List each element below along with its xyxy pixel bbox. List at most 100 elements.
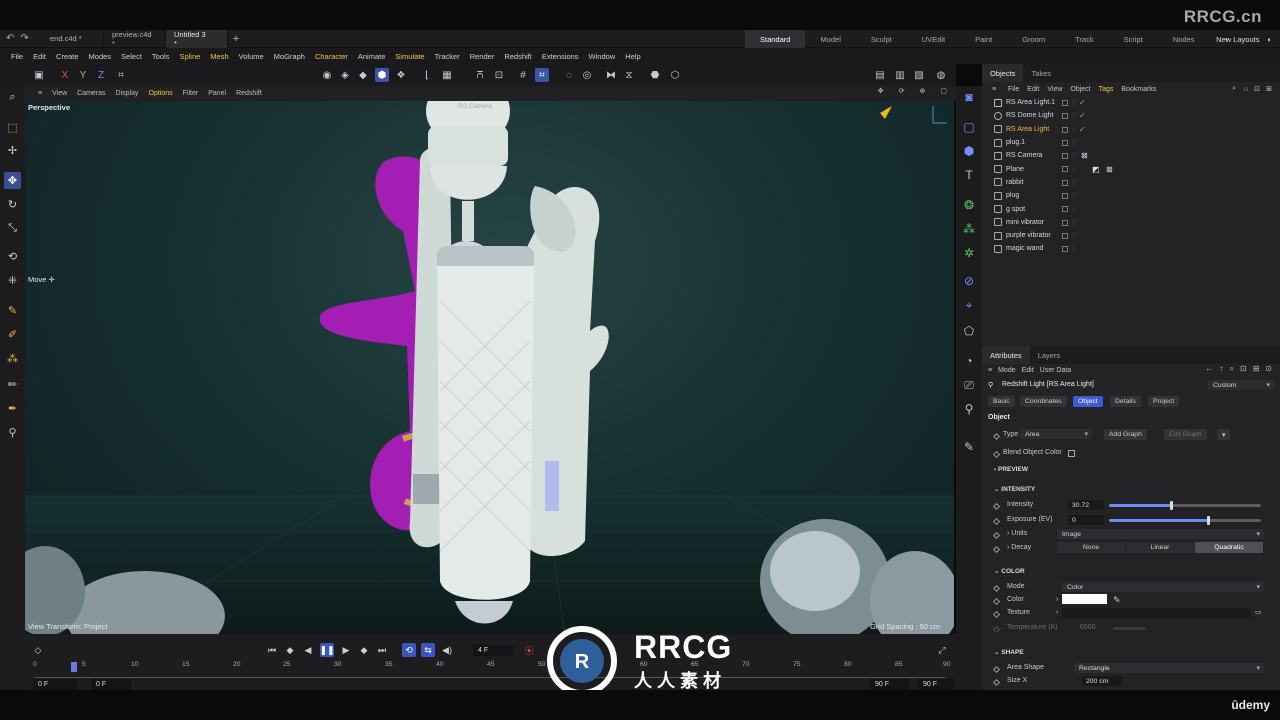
attributes-menu-user-data[interactable]: User Data — [1040, 367, 1072, 374]
keyframe-toggle[interactable] — [992, 597, 1001, 606]
render-dots[interactable]: ⋮ — [1071, 112, 1077, 119]
render-picture-viewer-icon[interactable]: ▥ — [893, 68, 907, 82]
object-row[interactable]: mini vibrator ⋮ — [982, 216, 1280, 229]
pause-icon[interactable]: ❚❚ — [319, 643, 335, 657]
intensity-section[interactable]: ⌄ INTENSITY — [994, 485, 1035, 493]
attributes-menu-mode[interactable]: Mode — [998, 367, 1016, 374]
zoom-icon[interactable]: ⊕ — [915, 87, 931, 95]
brush-icon[interactable]: ✏ — [4, 376, 21, 393]
camera-tag-icon[interactable]: ⊠ — [1081, 151, 1088, 160]
menu-render[interactable]: Render — [465, 52, 500, 61]
edit-graph-button[interactable]: Edit Graph — [1164, 429, 1207, 440]
object-row[interactable]: RS Area Light.1 ⋮ ✓ — [982, 96, 1280, 109]
cube-outline-icon[interactable]: ▢ — [960, 118, 978, 136]
light-icon[interactable]: ⚲ — [960, 400, 978, 418]
objects-manager-icon[interactable]: ◙ — [960, 88, 978, 106]
keyframe-toggle[interactable] — [992, 450, 1001, 459]
object-mode-icon[interactable]: ❖ — [394, 68, 408, 82]
layout-script[interactable]: Script — [1109, 30, 1158, 48]
next-frame-icon[interactable]: ▶ — [339, 643, 353, 657]
render-dots[interactable]: ⋮ — [1071, 245, 1077, 252]
units-dropdown[interactable]: Image — [1057, 529, 1264, 539]
color-section[interactable]: ⌄ COLOR — [994, 567, 1025, 575]
keyframe-toggle[interactable] — [992, 545, 1001, 554]
intensity-slider-handle[interactable] — [1170, 501, 1174, 510]
redo-icon[interactable]: ↷ — [20, 33, 28, 44]
type-dropdown[interactable]: Area — [1020, 429, 1092, 439]
menu-tracker[interactable]: Tracker — [430, 52, 465, 61]
tab-objects[interactable]: Objects — [982, 64, 1024, 82]
enabled-check[interactable]: ✓ — [1079, 111, 1086, 120]
menu-window[interactable]: Window — [584, 52, 621, 61]
make-editable-icon[interactable]: ▣ — [32, 68, 46, 82]
keyframe-toggle[interactable] — [992, 665, 1001, 674]
points-mode-icon[interactable]: ◉ — [320, 68, 334, 82]
subtab-basic[interactable]: Basic — [988, 396, 1015, 407]
objects-new-window-icon[interactable]: ⊞ — [1262, 85, 1276, 93]
attributes-menu-edit[interactable]: Edit — [1022, 367, 1034, 374]
selection-tool-icon[interactable]: ⬚ — [4, 119, 21, 136]
layout-paint[interactable]: Paint — [960, 30, 1007, 48]
subtab-object[interactable]: Object — [1073, 396, 1103, 407]
preview-range-icon[interactable]: ⇆ — [421, 643, 435, 657]
rotate-tool-icon[interactable]: ↻ — [4, 196, 21, 213]
objects-menu-view[interactable]: View — [1043, 86, 1066, 93]
add-graph-button[interactable]: Add Graph — [1104, 429, 1147, 440]
layout-groom[interactable]: Groom — [1007, 30, 1060, 48]
menu-character[interactable]: Character — [310, 52, 353, 61]
grid-icon[interactable]: # — [516, 68, 530, 82]
render-dots[interactable]: ⋮ — [1071, 152, 1077, 159]
menu-volume[interactable]: Volume — [234, 52, 269, 61]
viewport-menu-display[interactable]: Display — [111, 90, 144, 97]
paint-icon[interactable]: ✒ — [4, 400, 21, 417]
viewport-menu-hamburger-icon[interactable]: ≡ — [33, 90, 47, 97]
doc-tab-preview[interactable]: preview.c4d * — [104, 29, 166, 48]
record-icon[interactable]: ⦿ — [522, 643, 536, 657]
render-settings-icon[interactable]: ▧ — [912, 68, 926, 82]
orbit-icon[interactable]: ⟳ — [894, 87, 910, 95]
phong-tag-icon[interactable]: ◩ — [1092, 165, 1100, 174]
viewport-menu-view[interactable]: View — [47, 90, 72, 97]
undo-icon[interactable]: ↶ — [6, 33, 14, 44]
enabled-check[interactable]: ✓ — [1079, 98, 1086, 107]
decay-option-quadratic[interactable]: Quadratic — [1195, 542, 1264, 553]
menu-edit[interactable]: Edit — [28, 52, 51, 61]
keyframe-toggle[interactable] — [992, 502, 1001, 511]
decay-option-none[interactable]: None — [1057, 542, 1126, 553]
snap-icon[interactable]: ⩃ — [473, 68, 487, 82]
visibility-toggle[interactable] — [1062, 232, 1068, 239]
current-frame-field[interactable]: 4 F — [473, 645, 513, 656]
spline-tool-icon[interactable]: ✐ — [4, 326, 21, 343]
visibility-toggle[interactable] — [1062, 166, 1068, 173]
keyframe-toggle[interactable] — [992, 610, 1001, 619]
texture-field[interactable] — [1062, 608, 1250, 618]
object-row[interactable]: Plane ⋮ ◩ ⊠ — [982, 162, 1280, 175]
render-dots[interactable]: ⋮ — [1071, 126, 1077, 133]
tab-takes[interactable]: Takes — [1023, 64, 1059, 82]
start-frame-field[interactable]: 0 F — [33, 679, 78, 690]
layout-track[interactable]: Track — [1060, 30, 1108, 48]
solo-icon[interactable]: ◌ — [562, 68, 576, 82]
exposure-slider-handle[interactable] — [1206, 516, 1210, 525]
quick-transform-icon[interactable]: ⁜ — [4, 272, 21, 289]
area-shape-dropdown[interactable]: Rectangle — [1074, 663, 1264, 673]
camera-icon[interactable]: ⎚ — [960, 376, 978, 394]
visibility-toggle[interactable] — [1062, 100, 1068, 106]
doc-tab-untitled[interactable]: Untitled 3 * — [166, 29, 228, 48]
polygon-pen-icon[interactable]: ⁂ — [4, 350, 21, 367]
axis-y-toggle[interactable]: Y — [76, 68, 90, 82]
spline-pen-icon[interactable]: ✎ — [4, 302, 21, 319]
texture-expand-icon[interactable]: › — [1056, 609, 1058, 616]
live-selection-icon[interactable]: ✢ — [4, 142, 21, 159]
objects-menu-hamburger-icon[interactable]: ≡ — [988, 86, 1000, 93]
enabled-check[interactable]: ✓ — [1079, 125, 1086, 134]
menu-redshift[interactable]: Redshift — [499, 52, 537, 61]
mode-dropdown[interactable]: Color — [1062, 582, 1264, 592]
render-dots[interactable]: ⋮ — [1071, 166, 1077, 173]
pan-icon[interactable]: ✥ — [873, 87, 889, 95]
snap-settings-icon[interactable]: ⊡ — [492, 68, 506, 82]
temperature-value[interactable]: 6500 — [1080, 624, 1096, 631]
viewport-menu-cameras[interactable]: Cameras — [72, 90, 110, 97]
toggle-icon[interactable]: ◐ — [1267, 35, 1272, 44]
render-dots[interactable]: ⋮ — [1071, 219, 1077, 226]
